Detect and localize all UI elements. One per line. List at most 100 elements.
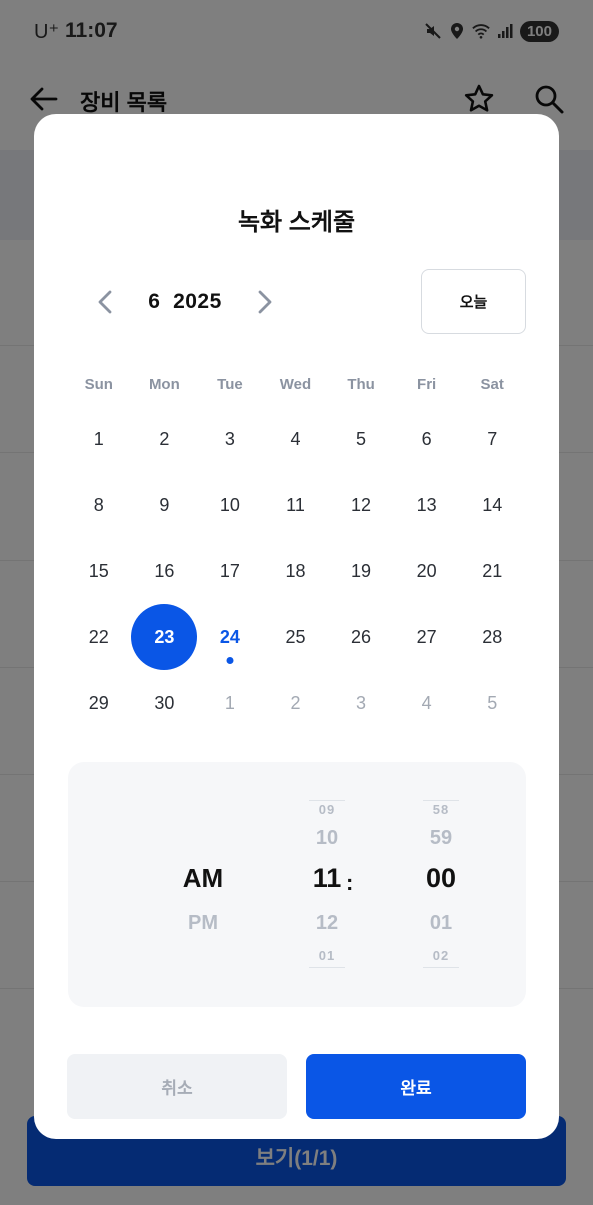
wheel-fade xyxy=(309,800,345,801)
calendar-day[interactable]: 11 xyxy=(263,473,329,539)
calendar-day[interactable]: 28 xyxy=(459,604,525,670)
calendar-day[interactable]: 12 xyxy=(328,473,394,539)
time-separator: : xyxy=(346,870,354,895)
day-number: 2 xyxy=(159,429,170,450)
calendar-day[interactable]: 3 xyxy=(197,407,263,473)
day-number: 11 xyxy=(286,495,305,516)
calendar-day[interactable]: 4 xyxy=(263,407,329,473)
weekday-label: Mon xyxy=(148,376,180,393)
minute-option[interactable]: 58 xyxy=(411,802,471,817)
calendar-day-selected[interactable]: 23 xyxy=(132,604,198,670)
hour-option[interactable]: 10 xyxy=(297,827,357,850)
calendar-day[interactable]: 5 xyxy=(459,670,525,736)
calendar-day[interactable]: 8 xyxy=(66,473,132,539)
calendar-day[interactable]: 1 xyxy=(197,670,263,736)
day-number: 5 xyxy=(356,429,367,450)
month-label: 6 xyxy=(148,290,161,313)
wheel-fade xyxy=(423,800,459,801)
calendar-day[interactable]: 26 xyxy=(328,604,394,670)
day-number: 17 xyxy=(219,560,240,581)
chevron-left-icon[interactable] xyxy=(90,280,120,324)
day-number: 21 xyxy=(482,560,503,581)
month-year-label: 6 2025 xyxy=(120,290,250,314)
today-button[interactable]: 오늘 xyxy=(421,269,526,334)
calendar-day[interactable]: 4 xyxy=(394,670,460,736)
day-number: 20 xyxy=(416,560,437,581)
calendar-day[interactable]: 1 xyxy=(66,407,132,473)
weekday-label: Fri xyxy=(417,376,437,393)
day-number: 5 xyxy=(487,692,498,713)
minute-wheel[interactable]: 58 59 00 01 02 xyxy=(411,762,471,1007)
day-number: 15 xyxy=(88,560,109,581)
day-number: 18 xyxy=(285,560,306,581)
wheel-fade xyxy=(423,967,459,968)
day-number: 1 xyxy=(224,692,235,713)
day-number: 28 xyxy=(482,626,503,647)
weekday-label: Thu xyxy=(347,376,375,393)
minute-option[interactable]: 01 xyxy=(411,912,471,935)
day-number: 25 xyxy=(285,626,306,647)
day-number: 23 xyxy=(154,626,175,647)
hour-option[interactable]: 01 xyxy=(297,948,357,963)
year-label: 2025 xyxy=(173,290,222,313)
calendar-grid: 1 2 3 4 5 6 7 8 9 10 11 12 13 14 15 16 17 18 19 20 21 22 23 24 2… xyxy=(66,407,525,736)
weekday-label: Wed xyxy=(279,376,312,393)
calendar-day[interactable]: 2 xyxy=(132,407,198,473)
hour-option[interactable]: 12 xyxy=(297,912,357,935)
calendar-day[interactable]: 18 xyxy=(263,539,329,605)
calendar-day[interactable]: 2 xyxy=(263,670,329,736)
ampm-wheel[interactable]: AM PM xyxy=(163,762,243,1007)
day-number: 29 xyxy=(88,692,109,713)
hour-option[interactable]: 09 xyxy=(297,802,357,817)
minute-option[interactable]: 59 xyxy=(411,827,471,850)
time-picker: AM PM 09 10 11 12 01 : 58 59 00 01 02 xyxy=(68,762,526,1007)
wheel-fade xyxy=(309,967,345,968)
calendar-day[interactable]: 10 xyxy=(197,473,263,539)
calendar-day-today[interactable]: 24 xyxy=(197,604,263,670)
calendar-day[interactable]: 21 xyxy=(459,539,525,605)
day-number: 8 xyxy=(93,495,104,516)
calendar-day[interactable]: 20 xyxy=(394,539,460,605)
today-dot-indicator xyxy=(226,657,234,665)
calendar-day[interactable]: 13 xyxy=(394,473,460,539)
weekday-label: Sat xyxy=(480,376,504,393)
calendar-day[interactable]: 7 xyxy=(459,407,525,473)
minute-option[interactable]: 02 xyxy=(411,948,471,963)
weekday-label: Sun xyxy=(84,376,113,393)
calendar-day[interactable]: 14 xyxy=(459,473,525,539)
day-number: 10 xyxy=(219,495,240,516)
calendar-day[interactable]: 3 xyxy=(328,670,394,736)
calendar-day[interactable]: 29 xyxy=(66,670,132,736)
calendar-day[interactable]: 19 xyxy=(328,539,394,605)
ampm-option[interactable]: PM xyxy=(163,912,243,935)
calendar-day[interactable]: 16 xyxy=(132,539,198,605)
day-number: 27 xyxy=(416,626,437,647)
chevron-right-icon[interactable] xyxy=(250,280,280,324)
day-number: 13 xyxy=(416,495,437,516)
done-button[interactable]: 완료 xyxy=(306,1054,526,1119)
calendar-day[interactable]: 6 xyxy=(394,407,460,473)
calendar-day[interactable]: 22 xyxy=(66,604,132,670)
month-navigator: 6 2025 xyxy=(90,280,280,324)
calendar-day[interactable]: 30 xyxy=(132,670,198,736)
minute-selected[interactable]: 00 xyxy=(411,863,471,894)
calendar-day[interactable]: 15 xyxy=(66,539,132,605)
day-number: 14 xyxy=(482,495,503,516)
weekday-label: Tue xyxy=(217,376,243,393)
day-number: 16 xyxy=(154,560,175,581)
calendar-day[interactable]: 9 xyxy=(132,473,198,539)
day-number: 12 xyxy=(351,495,372,516)
cancel-button[interactable]: 취소 xyxy=(67,1054,287,1119)
day-number: 4 xyxy=(421,692,432,713)
day-number: 6 xyxy=(421,429,432,450)
calendar-day[interactable]: 5 xyxy=(328,407,394,473)
day-number: 26 xyxy=(351,626,372,647)
calendar-day[interactable]: 27 xyxy=(394,604,460,670)
ampm-selected[interactable]: AM xyxy=(163,863,243,894)
day-number: 22 xyxy=(88,626,109,647)
calendar-day[interactable]: 25 xyxy=(263,604,329,670)
day-number: 7 xyxy=(487,429,498,450)
day-number: 9 xyxy=(159,495,170,516)
calendar-day[interactable]: 17 xyxy=(197,539,263,605)
day-number: 1 xyxy=(93,429,104,450)
